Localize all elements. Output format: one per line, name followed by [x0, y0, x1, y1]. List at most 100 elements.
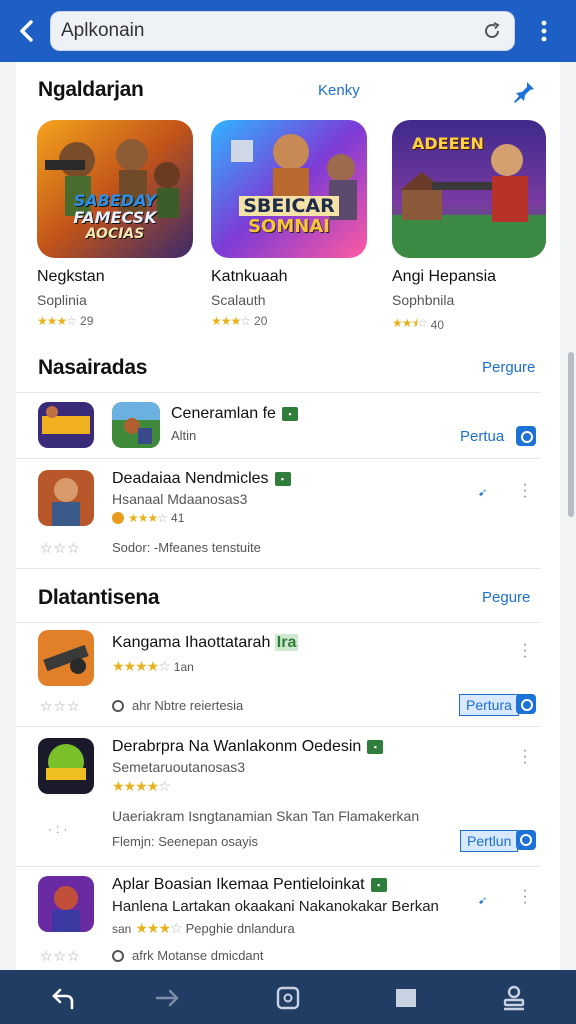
item-meta: Uaeriakram Isngtanamian Skan Tan Flamake… — [112, 808, 420, 824]
thumbnail-text: SBEICAR — [239, 196, 339, 216]
item-meta: afrk Motanse dmicdant — [112, 948, 264, 963]
tabs-icon[interactable] — [274, 984, 302, 1012]
card-title: Katnkuaah — [211, 268, 288, 285]
latest-section-title: Dlatantisena — [38, 586, 160, 609]
card-title: Negkstan — [37, 268, 105, 285]
chevron-left-icon[interactable] — [12, 16, 42, 46]
empty-stars-icon: ☆☆☆ — [40, 698, 81, 714]
get-link[interactable]: Pertua — [460, 428, 504, 445]
coin-icon — [112, 512, 124, 524]
info-icon — [112, 699, 124, 712]
info-icon — [112, 949, 124, 962]
item-badge: Ira — [274, 634, 299, 651]
pin-icon[interactable] — [512, 80, 536, 104]
store-icon[interactable] — [516, 694, 536, 714]
recommended-more-link[interactable]: Pergure — [482, 359, 535, 376]
app-icon — [112, 402, 160, 448]
star-rating-icon: ★★★★☆ — [112, 658, 171, 674]
item-rating: ★★★☆ 41 — [112, 511, 184, 525]
card-title: Angi Hepansia — [392, 268, 497, 285]
verified-badge-icon: ▪ — [281, 406, 298, 421]
item-title: Aplar Boasian Ikemaa Pentieloinkat ▪ — [112, 876, 387, 894]
verified-badge-icon: ▪ — [274, 471, 291, 486]
back-arrow-icon[interactable] — [50, 984, 78, 1012]
app-icon — [38, 738, 94, 794]
latest-more-link[interactable]: Pegure — [482, 589, 530, 606]
item-subtitle: Semetaruoutanosas3 — [112, 759, 246, 775]
card-subtitle: Scalauth — [211, 292, 266, 308]
featured-more-link[interactable]: Kenky — [318, 82, 360, 99]
get-button[interactable]: Pertlun — [460, 830, 519, 852]
address-bar[interactable] — [50, 11, 515, 51]
game-thumbnail[interactable]: SBEICAR SOMNAI — [211, 120, 367, 258]
list-item[interactable]: Deadaiaa Nendmicles ▪ Hsanaal Mdaanosas3 … — [16, 458, 540, 568]
divider — [16, 568, 540, 569]
star-rating-icon: ★★★★☆ — [112, 778, 171, 794]
share-arrow-icon[interactable]: ➹ — [478, 894, 487, 907]
item-rating: ★★★★☆ — [112, 778, 171, 795]
forward-arrow-icon[interactable] — [154, 984, 182, 1012]
item-subtitle: Hsanaal Mdaanosas3 — [112, 491, 248, 507]
item-subtitle: Hanlena Lartakan okaakani Nakanokakar Be… — [112, 898, 439, 915]
empty-stars-icon: ☆☆☆ — [40, 948, 81, 964]
bottom-navigation — [0, 970, 576, 1024]
item-meta: ahr Nbtre reiertesia — [112, 698, 243, 713]
card-rating: ★★★☆ 29 — [37, 314, 197, 328]
star-rating-icon: ★★★☆ — [128, 511, 168, 525]
featured-card[interactable]: SABEDAY FAMECSK AOCIAS Negkstan Soplinia… — [37, 120, 197, 328]
list-item[interactable]: Ceneramlan fe ▪ Altin Pertua — [16, 392, 540, 458]
item-rating: san ★★★☆ Pepghie dnlandura — [112, 920, 295, 936]
kebab-menu-icon[interactable]: · · · — [522, 637, 528, 665]
url-input[interactable] — [61, 12, 461, 50]
thumbnail-text: AOCIAS — [85, 226, 145, 242]
kebab-menu-icon[interactable]: · · · — [522, 883, 528, 911]
card-subtitle: Soplinia — [37, 292, 87, 308]
item-title: Deadaiaa Nendmicles ▪ — [112, 470, 291, 488]
empty-stars-icon: ☆☆☆ — [40, 540, 81, 556]
kebab-menu-icon[interactable]: · · · — [522, 743, 528, 771]
card-rating: ★★★☆ 20 — [211, 314, 371, 328]
card-subtitle: Sophbnila — [392, 292, 455, 308]
featured-card[interactable]: ADEEEN Angi Hepansia Sophbnila ★★⯨☆ 40 — [392, 120, 552, 335]
thumbnail-text: ADEEEN — [412, 134, 484, 153]
share-arrow-icon[interactable]: ➹ — [478, 486, 487, 499]
square-icon[interactable] — [392, 984, 420, 1012]
account-icon[interactable] — [500, 984, 528, 1012]
get-button[interactable]: Pertura — [459, 694, 519, 716]
thumbnail-text: FAMECSK — [73, 208, 157, 227]
content-panel: Ngaldarjan Kenky SABEDAY FAMECSK AOCIAS … — [16, 62, 560, 972]
item-title: Derabrpra Na Wanlakonm Oedesin ▪ — [112, 738, 384, 756]
kebab-menu-icon[interactable] — [532, 18, 556, 44]
store-icon[interactable] — [516, 426, 536, 446]
star-rating-icon: ★★★☆ — [37, 314, 77, 328]
app-icon — [38, 876, 94, 932]
browser-toolbar — [0, 0, 576, 62]
app-icon — [38, 630, 94, 686]
list-item[interactable]: Kangama Ihaottatarah Ira ★★★★☆ 1an ☆☆☆ a… — [16, 622, 540, 726]
featured-card[interactable]: SBEICAR SOMNAI Katnkuaah Scalauth ★★★☆ 2… — [211, 120, 371, 328]
reload-icon[interactable] — [482, 21, 502, 41]
list-item[interactable]: Aplar Boasian Ikemaa Pentieloinkat ▪ Hanl… — [16, 866, 540, 970]
game-thumbnail[interactable]: SABEDAY FAMECSK AOCIAS — [37, 120, 193, 258]
star-rating-icon: ★★★☆ — [135, 920, 182, 936]
thumbnail-text: SABEDAY — [73, 191, 157, 210]
rating-score: 40 — [430, 317, 445, 332]
star-rating-icon: ★★★☆ — [211, 314, 251, 328]
list-item[interactable]: Derabrpra Na Wanlakonm Oedesin ▪ Semetaru… — [16, 726, 540, 866]
star-rating-icon: ★★⯨☆ — [392, 316, 428, 330]
dots-icon: ·:· — [48, 822, 72, 836]
app-icon — [38, 470, 94, 526]
item-subtitle: Altin — [171, 428, 197, 443]
item-meta: Flemjn: Seenepan osayis — [112, 834, 258, 849]
rating-score: 20 — [254, 314, 268, 328]
game-thumbnail[interactable]: ADEEEN — [392, 120, 546, 258]
item-title: Kangama Ihaottatarah Ira — [112, 634, 299, 651]
scrollbar-thumb[interactable] — [568, 352, 574, 517]
card-rating: ★★⯨☆ 40 — [392, 314, 552, 335]
rating-score: 29 — [80, 314, 94, 328]
featured-section-title: Ngaldarjan — [38, 78, 144, 101]
item-rating: ★★★★☆ 1an — [112, 658, 194, 674]
refresh-icon[interactable] — [516, 830, 536, 850]
kebab-menu-icon[interactable]: · · · — [522, 477, 528, 505]
verified-badge-icon: ▪ — [367, 739, 384, 754]
